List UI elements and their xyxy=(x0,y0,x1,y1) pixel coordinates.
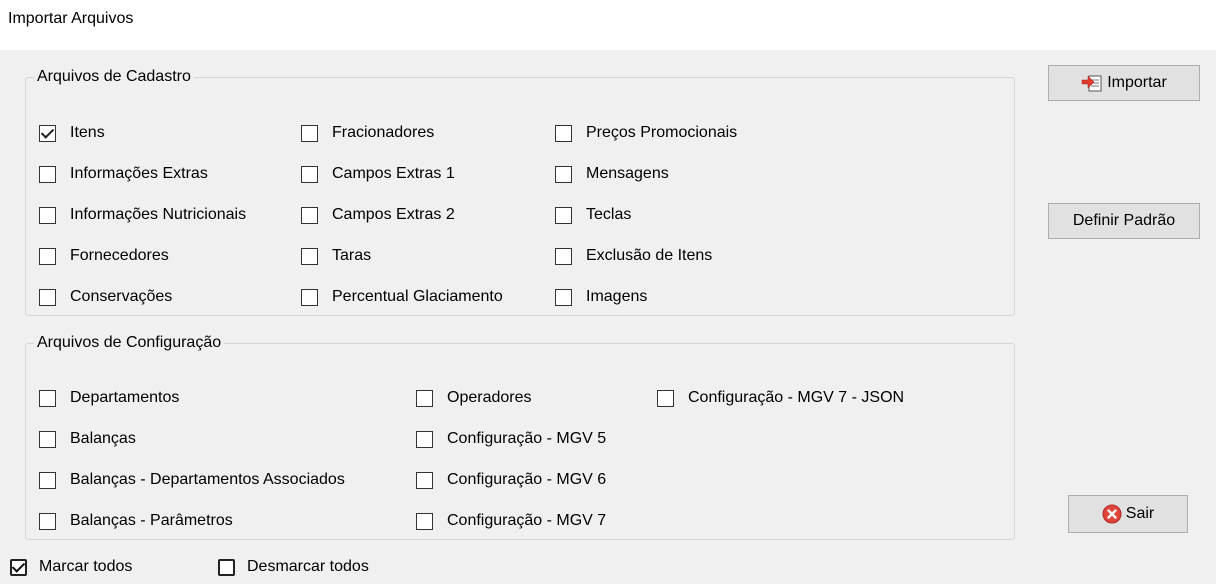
checkbox-label: Mensagens xyxy=(586,165,669,182)
checkbox-label: Conservações xyxy=(70,288,173,305)
checkbox-teclas[interactable]: Teclas xyxy=(555,206,631,224)
configuracao-legend: Arquivos de Configuração xyxy=(37,334,222,351)
checkbox-box[interactable] xyxy=(555,288,572,306)
checkbox-conservacoes[interactable]: Conservações xyxy=(39,288,172,306)
checkbox-label: Imagens xyxy=(586,288,648,305)
close-circle-icon xyxy=(1102,504,1122,524)
importar-button[interactable]: Importar xyxy=(1048,65,1200,101)
checkbox-label: Departamentos xyxy=(70,389,180,406)
checkbox-label: Configuração - MGV 5 xyxy=(447,430,607,447)
checkbox-box[interactable] xyxy=(39,288,56,306)
checkbox-campos-extras-1[interactable]: Campos Extras 1 xyxy=(301,165,455,183)
dialog-panel: Arquivos de Cadastro Itens Informações E… xyxy=(0,50,1216,584)
checkbox-box[interactable] xyxy=(555,165,572,183)
window-title: Importar Arquivos xyxy=(8,10,134,27)
checkbox-box[interactable] xyxy=(301,288,318,306)
checkbox-operadores[interactable]: Operadores xyxy=(416,389,532,407)
definir-padrao-button[interactable]: Definir Padrão xyxy=(1048,203,1200,239)
checkbox-box[interactable] xyxy=(416,512,433,530)
checkbox-label: Campos Extras 2 xyxy=(332,206,455,223)
checkbox-label: Teclas xyxy=(586,206,632,223)
checkbox-label: Balanças xyxy=(70,430,136,447)
checkbox-box[interactable] xyxy=(555,206,572,224)
importar-label: Importar xyxy=(1107,74,1167,91)
import-file-icon xyxy=(1081,74,1103,92)
checkbox-box[interactable] xyxy=(301,247,318,265)
checkbox-configuracao-mgv7-json[interactable]: Configuração - MGV 7 - JSON xyxy=(657,389,904,407)
checkbox-box[interactable] xyxy=(39,389,56,407)
uncheck-all-icon xyxy=(218,558,235,576)
checkbox-configuracao-mgv6[interactable]: Configuração - MGV 6 xyxy=(416,471,606,489)
checkbox-label: Itens xyxy=(70,124,105,141)
desmarcar-todos-button[interactable]: Desmarcar todos xyxy=(218,558,369,576)
checkbox-departamentos[interactable]: Departamentos xyxy=(39,389,179,407)
checkbox-box[interactable] xyxy=(301,206,318,224)
marcar-todos-button[interactable]: Marcar todos xyxy=(10,558,132,576)
checkbox-percentual-glaciamento[interactable]: Percentual Glaciamento xyxy=(301,288,503,306)
checkbox-configuracao-mgv7[interactable]: Configuração - MGV 7 xyxy=(416,512,606,530)
checkbox-box[interactable] xyxy=(39,206,56,224)
checkbox-box[interactable] xyxy=(301,165,318,183)
checkbox-label: Balanças - Departamentos Associados xyxy=(70,471,345,488)
checkbox-balancas-departamentos-associados[interactable]: Balanças - Departamentos Associados xyxy=(39,471,345,489)
checkbox-box[interactable] xyxy=(416,471,433,489)
checkbox-label: Configuração - MGV 7 - JSON xyxy=(688,389,905,406)
checkbox-imagens[interactable]: Imagens xyxy=(555,288,647,306)
checkbox-box[interactable] xyxy=(555,247,572,265)
checkbox-label: Campos Extras 1 xyxy=(332,165,455,182)
checkbox-balancas-parametros[interactable]: Balanças - Parâmetros xyxy=(39,512,233,530)
checkbox-label: Fracionadores xyxy=(332,124,435,141)
configuracao-group: Arquivos de Configuração Departamentos B… xyxy=(25,334,1015,540)
checkbox-fracionadores[interactable]: Fracionadores xyxy=(301,124,434,142)
checkbox-balancas[interactable]: Balanças xyxy=(39,430,136,448)
checkbox-label: Fornecedores xyxy=(70,247,169,264)
checkbox-mensagens[interactable]: Mensagens xyxy=(555,165,669,183)
checkbox-label: Informações Nutricionais xyxy=(70,206,247,223)
checkbox-label: Configuração - MGV 6 xyxy=(447,471,607,488)
sair-label: Sair xyxy=(1125,505,1155,522)
checkbox-label: Informações Extras xyxy=(70,165,208,182)
checkbox-label: Exclusão de Itens xyxy=(586,247,713,264)
checkbox-box[interactable] xyxy=(39,512,56,530)
definir-padrao-label: Definir Padrão xyxy=(1072,212,1176,229)
checkbox-label: Preços Promocionais xyxy=(586,124,738,141)
checkbox-fornecedores[interactable]: Fornecedores xyxy=(39,247,169,265)
desmarcar-todos-label: Desmarcar todos xyxy=(247,558,369,575)
cadastro-group: Arquivos de Cadastro Itens Informações E… xyxy=(25,68,1015,316)
checkbox-taras[interactable]: Taras xyxy=(301,247,371,265)
checkbox-label: Balanças - Parâmetros xyxy=(70,512,233,529)
checkbox-itens[interactable]: Itens xyxy=(39,124,105,142)
checkbox-box[interactable] xyxy=(555,124,572,142)
checkbox-label: Operadores xyxy=(447,389,532,406)
checkbox-label: Percentual Glaciamento xyxy=(332,288,503,305)
checkbox-box[interactable] xyxy=(416,430,433,448)
checkbox-label: Taras xyxy=(332,247,372,264)
sair-button[interactable]: Sair xyxy=(1068,495,1188,533)
checkbox-label: Configuração - MGV 7 xyxy=(447,512,607,529)
checkbox-box[interactable] xyxy=(39,165,56,183)
checkbox-box[interactable] xyxy=(416,389,433,407)
checkbox-configuracao-mgv5[interactable]: Configuração - MGV 5 xyxy=(416,430,606,448)
checkbox-box[interactable] xyxy=(657,389,674,407)
checkbox-exclusao-de-itens[interactable]: Exclusão de Itens xyxy=(555,247,712,265)
checkbox-box[interactable] xyxy=(39,471,56,489)
check-all-icon xyxy=(10,558,27,576)
checkbox-informacoes-extras[interactable]: Informações Extras xyxy=(39,165,208,183)
checkbox-precos-promocionais[interactable]: Preços Promocionais xyxy=(555,124,737,142)
checkbox-box[interactable] xyxy=(301,124,318,142)
marcar-todos-label: Marcar todos xyxy=(39,558,133,575)
checkbox-box[interactable] xyxy=(39,124,56,142)
cadastro-legend: Arquivos de Cadastro xyxy=(37,68,191,85)
checkbox-informacoes-nutricionais[interactable]: Informações Nutricionais xyxy=(39,206,246,224)
checkbox-campos-extras-2[interactable]: Campos Extras 2 xyxy=(301,206,455,224)
checkbox-box[interactable] xyxy=(39,247,56,265)
checkbox-box[interactable] xyxy=(39,430,56,448)
